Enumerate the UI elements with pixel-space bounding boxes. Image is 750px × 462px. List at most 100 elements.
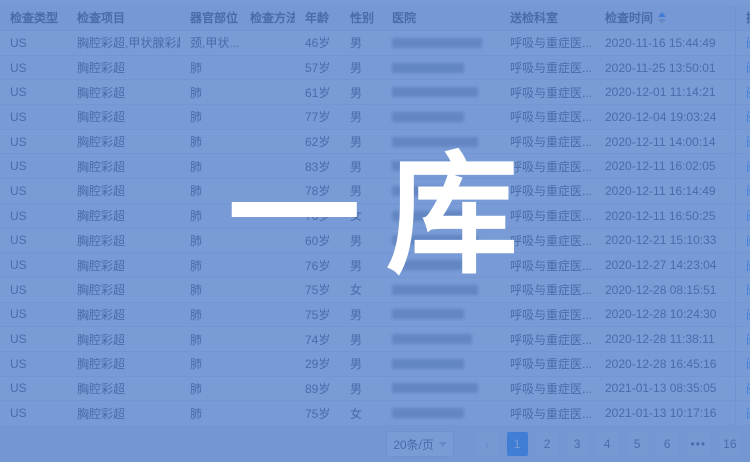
col-header-department: 送检科室 (500, 5, 595, 30)
col-header-hospital: 医院 (382, 5, 500, 30)
cell-age: 74岁 (295, 327, 340, 351)
view-film-link[interactable]: 阅片 (746, 84, 750, 101)
col-header-actions: 操作 (735, 5, 750, 30)
page-button-3[interactable]: 3 (567, 432, 588, 456)
hospital-redaction-bar (392, 359, 464, 369)
col-header-age: 年龄 (295, 5, 340, 30)
page-size-select[interactable]: 20条/页 (386, 431, 454, 457)
view-film-link[interactable]: 阅片 (746, 355, 750, 372)
view-film-link[interactable]: 阅片 (746, 59, 750, 76)
cell-age: 46岁 (295, 31, 340, 55)
last-page-button[interactable]: 16 (719, 432, 740, 456)
view-film-link[interactable]: 阅片 (746, 405, 750, 422)
cell-exam-time: 2020-12-28 08:15:51 (595, 278, 735, 302)
cell-exam-method (240, 56, 295, 80)
hospital-redaction-bar (392, 383, 478, 393)
page-button-1[interactable]: 1 (507, 432, 528, 456)
sort-caret[interactable] (658, 12, 666, 24)
table-row: US 胸腔彩超,甲状腺彩超 颈,甲状... 46岁 男 呼吸与重症医... 20… (0, 31, 750, 56)
view-film-link[interactable]: 阅片 (746, 281, 750, 298)
cell-exam-item: 胸腔彩超 (67, 56, 180, 80)
view-film-link[interactable]: 阅片 (746, 34, 750, 51)
more-pages-button[interactable]: ••• (687, 432, 711, 456)
view-film-link[interactable]: 阅片 (746, 257, 750, 274)
cell-exam-type: US (0, 229, 67, 253)
view-film-link[interactable]: 阅片 (746, 232, 750, 249)
table-row: US 胸腔彩超 肺 75岁 女 呼吸与重症医... 2021-01-13 10:… (0, 401, 750, 426)
cell-exam-item: 胸腔彩超 (67, 105, 180, 129)
cell-organ-part: 肺 (180, 105, 240, 129)
cell-exam-item: 胸腔彩超 (67, 278, 180, 302)
cell-exam-item: 胸腔彩超 (67, 130, 180, 154)
cell-exam-type: US (0, 204, 67, 228)
view-film-link[interactable]: 阅片 (746, 207, 750, 224)
pagination-bar: 20条/页 ‹ 123456 ••• 16 (0, 426, 750, 462)
prev-page-button[interactable]: ‹ (477, 432, 498, 456)
cell-exam-item: 胸腔彩超,甲状腺彩超 (67, 31, 180, 55)
cell-exam-time: 2020-11-16 15:44:49 (595, 31, 735, 55)
cell-exam-method (240, 377, 295, 401)
cell-exam-item: 胸腔彩超 (67, 352, 180, 376)
view-film-link[interactable]: 阅片 (746, 306, 750, 323)
view-film-link[interactable]: 阅片 (746, 108, 750, 125)
cell-gender: 男 (340, 56, 382, 80)
cell-organ-part: 肺 (180, 377, 240, 401)
cell-exam-time: 2021-01-13 10:17:16 (595, 401, 735, 425)
table-row: US 胸腔彩超 肺 89岁 男 呼吸与重症医... 2021-01-13 08:… (0, 377, 750, 402)
cell-actions: 阅片 (735, 179, 750, 203)
cell-exam-type: US (0, 253, 67, 277)
sort-desc-icon[interactable] (658, 19, 666, 24)
cell-gender: 男 (340, 80, 382, 104)
cell-hospital (382, 352, 500, 376)
sort-asc-icon[interactable] (658, 12, 666, 17)
cell-exam-item: 胸腔彩超 (67, 377, 180, 401)
cell-actions: 阅片 (735, 105, 750, 129)
hospital-redaction-bar (392, 38, 482, 48)
cell-hospital (382, 401, 500, 425)
table-row: US 胸腔彩超 肺 75岁 男 呼吸与重症医... 2020-12-28 10:… (0, 303, 750, 328)
cell-exam-type: US (0, 105, 67, 129)
cell-exam-time: 2020-12-01 11:14:21 (595, 80, 735, 104)
cell-gender: 男 (340, 105, 382, 129)
view-film-link[interactable]: 阅片 (746, 158, 750, 175)
cell-organ-part: 肺 (180, 303, 240, 327)
cell-exam-type: US (0, 56, 67, 80)
page-button-4[interactable]: 4 (597, 432, 618, 456)
view-film-link[interactable]: 阅片 (746, 182, 750, 199)
cell-exam-type: US (0, 278, 67, 302)
cell-exam-item: 胸腔彩超 (67, 401, 180, 425)
col-header-exam-time[interactable]: 检查时间 (595, 5, 735, 30)
table-row: US 胸腔彩超 肺 77岁 男 呼吸与重症医... 2020-12-04 19:… (0, 105, 750, 130)
view-film-link[interactable]: 阅片 (746, 331, 750, 348)
page-button-2[interactable]: 2 (537, 432, 558, 456)
table-row: US 胸腔彩超 肺 61岁 男 呼吸与重症医... 2020-12-01 11:… (0, 80, 750, 105)
cell-organ-part: 颈,甲状... (180, 31, 240, 55)
cell-hospital (382, 56, 500, 80)
cell-actions: 阅片 (735, 204, 750, 228)
cell-exam-time: 2020-12-28 10:24:30 (595, 303, 735, 327)
cell-exam-type: US (0, 80, 67, 104)
cell-exam-type: US (0, 303, 67, 327)
cell-actions: 阅片 (735, 56, 750, 80)
cell-hospital (382, 80, 500, 104)
cell-exam-item: 胸腔彩超 (67, 229, 180, 253)
view-film-link[interactable]: 阅片 (746, 133, 750, 150)
col-header-exam-time-label: 检查时间 (605, 9, 653, 26)
cell-exam-item: 胸腔彩超 (67, 179, 180, 203)
cell-exam-type: US (0, 352, 67, 376)
hospital-redaction-bar (392, 309, 464, 319)
cell-age: 29岁 (295, 352, 340, 376)
cell-gender: 男 (340, 352, 382, 376)
page-size-label: 20条/页 (393, 436, 434, 453)
cell-actions: 阅片 (735, 303, 750, 327)
cell-organ-part: 肺 (180, 352, 240, 376)
cell-exam-method (240, 31, 295, 55)
page-button-5[interactable]: 5 (627, 432, 648, 456)
cell-exam-type: US (0, 377, 67, 401)
cell-age: 75岁 (295, 303, 340, 327)
view-film-link[interactable]: 阅片 (746, 380, 750, 397)
col-header-organ-part: 器官部位 (180, 5, 240, 30)
page-button-6[interactable]: 6 (657, 432, 678, 456)
cell-hospital (382, 377, 500, 401)
hospital-redaction-bar (392, 334, 472, 344)
